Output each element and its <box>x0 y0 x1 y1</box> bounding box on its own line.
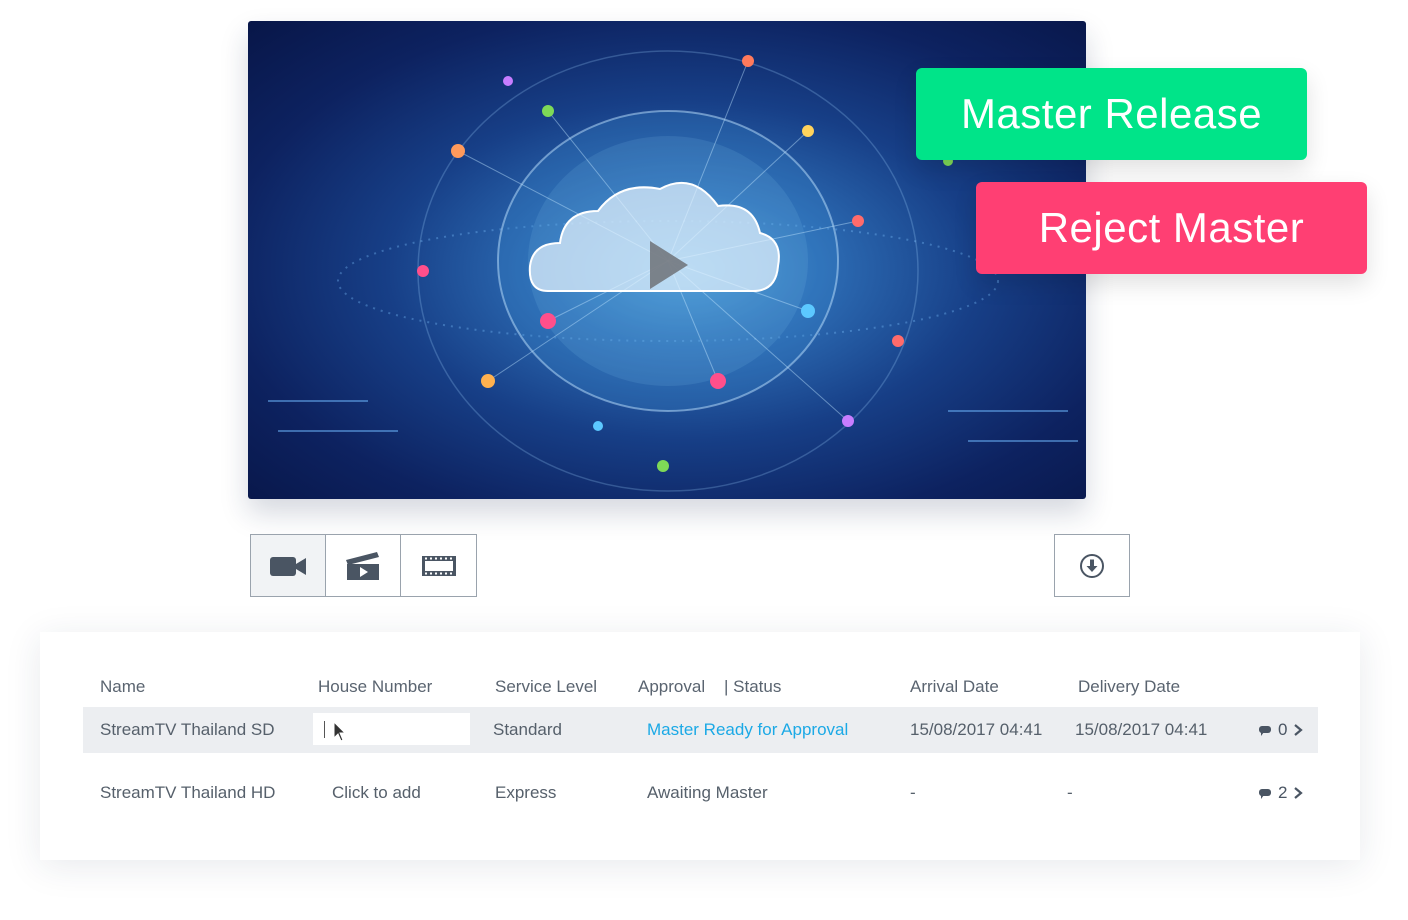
download-button[interactable] <box>1054 534 1130 597</box>
clapperboard-icon <box>346 551 379 580</box>
clapperboard-button[interactable] <box>326 535 401 596</box>
table-row[interactable]: StreamTV Thailand HD Click to add Expres… <box>83 770 1318 816</box>
row-service-level: Express <box>495 783 557 802</box>
download-icon <box>1080 553 1104 578</box>
deliverables-table: Name House Number Service Level Approval… <box>40 632 1360 860</box>
row-arrival-date: 15/08/2017 04:41 <box>910 720 1043 739</box>
header-service-level: Service Level <box>495 677 598 696</box>
row-arrival-date: - <box>910 783 916 802</box>
row-comments[interactable]: 0 <box>1258 707 1304 753</box>
row-name: StreamTV Thailand SD <box>100 720 275 739</box>
chevron-right-icon <box>1294 787 1304 799</box>
film-strip-icon <box>421 555 456 576</box>
header-status: | Status <box>724 677 782 696</box>
header-arrival-date: Arrival Date <box>910 677 999 696</box>
comment-count: 0 <box>1278 720 1288 739</box>
row-status-link[interactable]: Master Ready for Approval <box>647 707 848 753</box>
media-toolbar <box>250 534 477 597</box>
comment-icon <box>1259 788 1271 799</box>
reject-master-button[interactable]: Reject Master <box>976 182 1367 274</box>
header-delivery-date: Delivery Date <box>1078 677 1181 696</box>
video-camera-icon <box>270 556 306 576</box>
header-approval: Approval <box>638 677 706 696</box>
table-row[interactable]: StreamTV Thailand SD Standard Master Rea… <box>83 707 1318 753</box>
mouse-pointer-icon <box>333 721 347 742</box>
comment-count: 2 <box>1278 783 1288 802</box>
master-release-button[interactable]: Master Release <box>916 68 1307 160</box>
header-house-number: House Number <box>318 677 433 696</box>
row-comments[interactable]: 2 <box>1258 770 1304 816</box>
text-caret <box>324 721 325 738</box>
row-service-level: Standard <box>493 720 562 739</box>
video-camera-button[interactable] <box>251 535 326 596</box>
row-delivery-date: 15/08/2017 04:41 <box>1075 720 1208 739</box>
play-icon[interactable] <box>646 239 690 291</box>
row-status: Awaiting Master <box>647 783 768 802</box>
row-name: StreamTV Thailand HD <box>100 783 276 802</box>
comment-icon <box>1259 725 1271 736</box>
film-strip-button[interactable] <box>401 535 476 596</box>
house-number-add[interactable]: Click to add <box>332 770 421 816</box>
chevron-right-icon <box>1294 724 1304 736</box>
row-delivery-date: - <box>1067 783 1073 802</box>
header-name: Name <box>100 677 146 696</box>
